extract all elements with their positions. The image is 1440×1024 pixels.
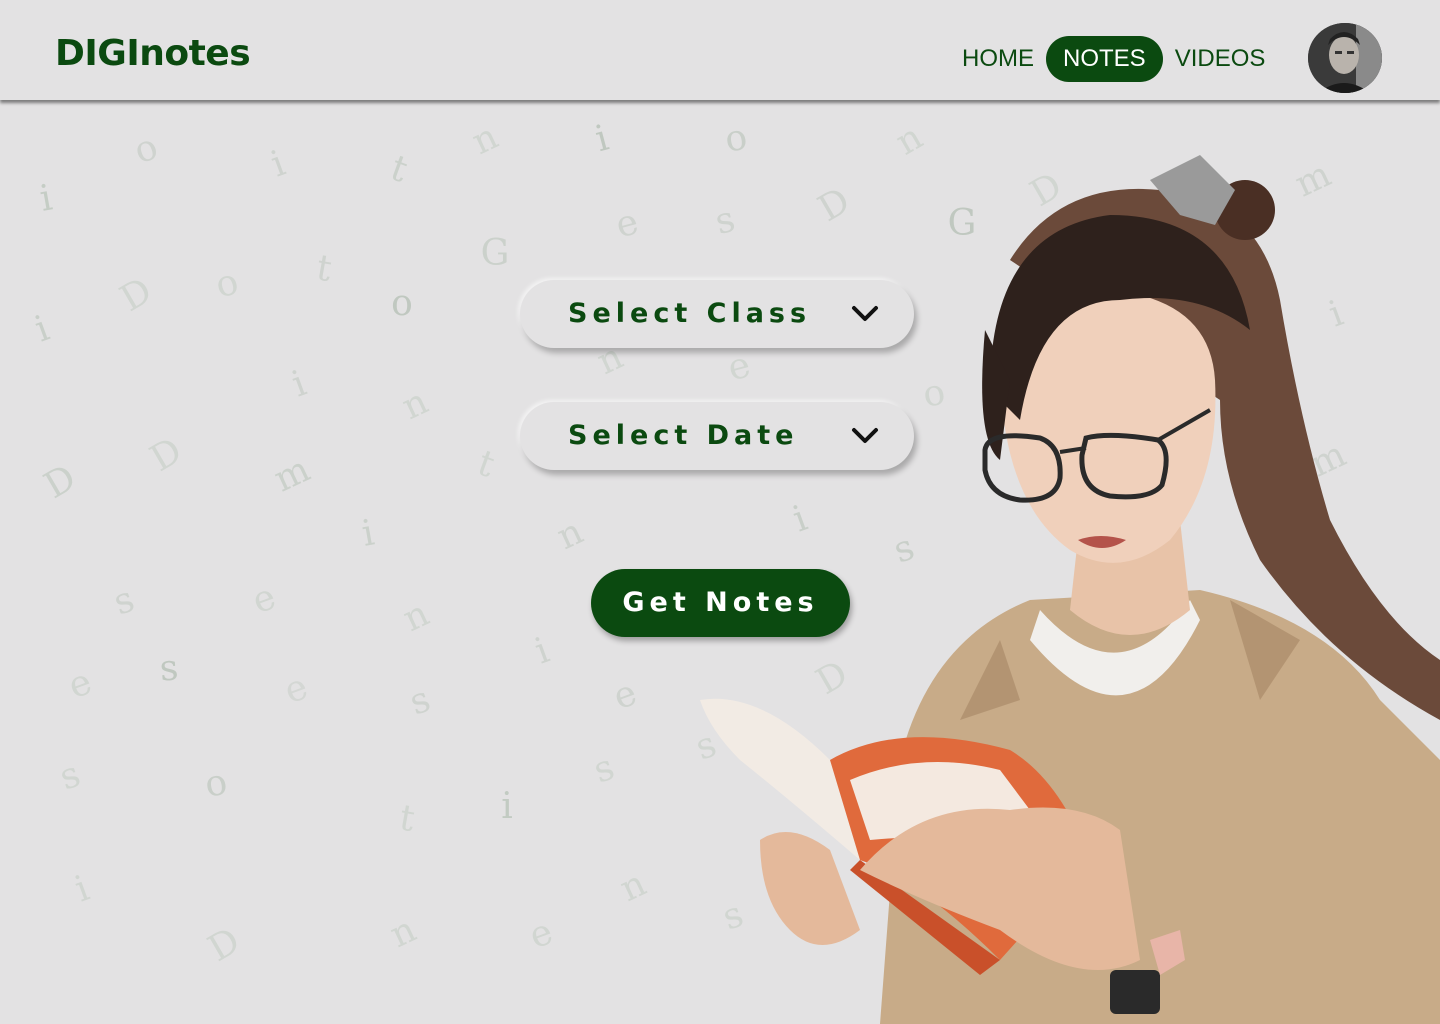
background-letter: n <box>551 511 589 558</box>
background-letter: n <box>614 863 652 910</box>
background-letter: n <box>396 381 434 428</box>
nav-videos[interactable]: VIDEOS <box>1163 36 1278 82</box>
background-letter: i <box>37 177 55 219</box>
background-letter: i <box>359 512 377 554</box>
background-letter: s <box>588 747 619 792</box>
main-nav: HOME NOTES VIDEOS <box>950 36 1277 82</box>
background-letter: n <box>384 909 422 956</box>
background-letter: m <box>268 449 316 501</box>
background-letter: o <box>129 126 163 172</box>
background-letter: s <box>54 754 85 799</box>
background-letter: o <box>391 283 413 324</box>
avatar-image <box>1308 23 1382 93</box>
nav-notes[interactable]: NOTES <box>1046 36 1163 82</box>
background-letter: e <box>279 666 313 712</box>
background-letter: i <box>287 363 312 405</box>
background-letter: e <box>524 911 558 957</box>
background-letter: n <box>466 116 504 163</box>
background-letter: e <box>63 661 97 707</box>
background-letter: i <box>70 868 95 910</box>
background-letter: i <box>591 118 613 161</box>
background-letter: D <box>143 430 189 480</box>
select-date-label: Select Date <box>568 420 799 451</box>
chevron-down-icon <box>852 428 878 443</box>
select-class-label: Select Class <box>568 298 812 329</box>
select-date-dropdown[interactable]: Select Date <box>520 402 914 470</box>
background-letter: D <box>201 920 247 970</box>
background-letter: o <box>202 762 230 806</box>
background-letter: s <box>158 647 180 689</box>
background-letter: i <box>30 308 55 350</box>
background-letter: e <box>247 576 281 622</box>
get-notes-button[interactable]: Get Notes <box>591 569 850 637</box>
background-letter: e <box>608 672 642 718</box>
background-letter: e <box>611 201 642 246</box>
background-letter: t <box>385 147 413 191</box>
select-class-dropdown[interactable]: Select Class <box>520 280 914 348</box>
background-letter: i <box>266 143 291 185</box>
background-letter: i <box>501 786 513 827</box>
background-letter: n <box>397 593 435 640</box>
avatar[interactable] <box>1308 23 1382 93</box>
background-letter: o <box>211 261 243 306</box>
background-letter: t <box>396 797 418 840</box>
background-letter: D <box>113 270 159 320</box>
background-letter: t <box>472 442 500 486</box>
background-letter: G <box>481 233 510 274</box>
background-letter: i <box>530 630 555 672</box>
background-letter: s <box>108 579 139 624</box>
nav-home[interactable]: HOME <box>950 36 1046 82</box>
background-letter: D <box>37 457 83 507</box>
background-letter: s <box>404 679 435 724</box>
chevron-down-icon <box>852 306 878 321</box>
logo[interactable]: DIGInotes <box>55 33 251 74</box>
background-letter: t <box>313 247 335 290</box>
header: DIGInotes HOME NOTES VIDEOS <box>0 0 1440 100</box>
